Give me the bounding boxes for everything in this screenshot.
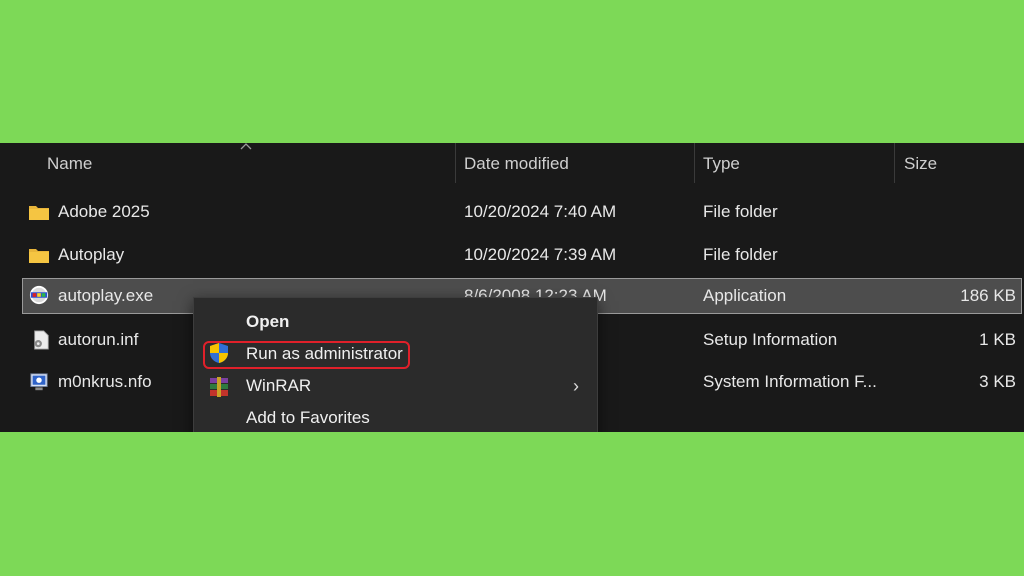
autoplay-exe-icon: [29, 285, 49, 305]
column-header-date-modified[interactable]: Date modified: [464, 143, 569, 187]
file-type: Setup Information: [703, 330, 838, 349]
folder-icon: [29, 249, 49, 263]
file-type: File folder: [703, 245, 778, 264]
file-size: [902, 194, 1016, 230]
context-menu: Open Run as administrator WinRAR › Add t…: [193, 297, 598, 432]
menu-item-add-to-favorites[interactable]: Add to Favorites: [194, 402, 597, 432]
menu-item-winrar[interactable]: WinRAR ›: [194, 370, 597, 402]
file-name: Autoplay: [58, 245, 125, 264]
setup-file-icon: [34, 330, 49, 350]
file-explorer: Name Date modified Type Size Adobe 2025 …: [0, 143, 1024, 432]
file-name: m0nkrus.nfo: [58, 372, 152, 391]
file-name: Adobe 2025: [58, 202, 150, 221]
chevron-right-icon: ›: [573, 376, 579, 396]
file-date-modified: 10/20/2024 7:40 AM: [464, 202, 617, 221]
column-header-type[interactable]: Type: [703, 143, 740, 187]
sort-ascending-icon: [240, 143, 252, 150]
winrar-icon: [210, 377, 228, 397]
menu-item-label: Add to Favorites: [246, 408, 370, 427]
file-size: 3 KB: [979, 372, 1016, 391]
file-type: File folder: [703, 202, 778, 221]
system-info-icon: [30, 373, 48, 391]
file-name: autorun.inf: [58, 330, 139, 349]
file-size: 186 KB: [960, 286, 1016, 305]
menu-item-label: Run as administrator: [246, 344, 403, 363]
file-size: 1 KB: [979, 330, 1016, 349]
file-name: autoplay.exe: [58, 286, 154, 305]
menu-item-label: WinRAR: [246, 376, 312, 395]
column-divider[interactable]: [694, 143, 695, 183]
menu-item-run-as-administrator[interactable]: Run as administrator: [194, 338, 597, 370]
file-row-autoplay[interactable]: Autoplay 10/20/2024 7:39 AM File folder: [22, 237, 1022, 273]
column-divider[interactable]: [455, 143, 456, 183]
file-size: [902, 237, 1016, 273]
file-date-modified: 10/20/2024 7:39 AM: [464, 245, 617, 264]
column-header-bar: Name Date modified Type Size: [0, 143, 1024, 187]
uac-shield-icon: [210, 343, 228, 363]
folder-icon: [29, 206, 49, 220]
menu-item-label: Open: [246, 312, 290, 331]
file-row-adobe-2025[interactable]: Adobe 2025 10/20/2024 7:40 AM File folde…: [22, 194, 1022, 230]
column-header-size[interactable]: Size: [904, 143, 937, 187]
file-type: Application: [703, 286, 787, 305]
file-type: System Information F...: [703, 372, 877, 391]
column-header-name[interactable]: Name: [47, 143, 92, 187]
menu-item-open[interactable]: Open: [194, 306, 597, 338]
column-divider[interactable]: [894, 143, 895, 183]
